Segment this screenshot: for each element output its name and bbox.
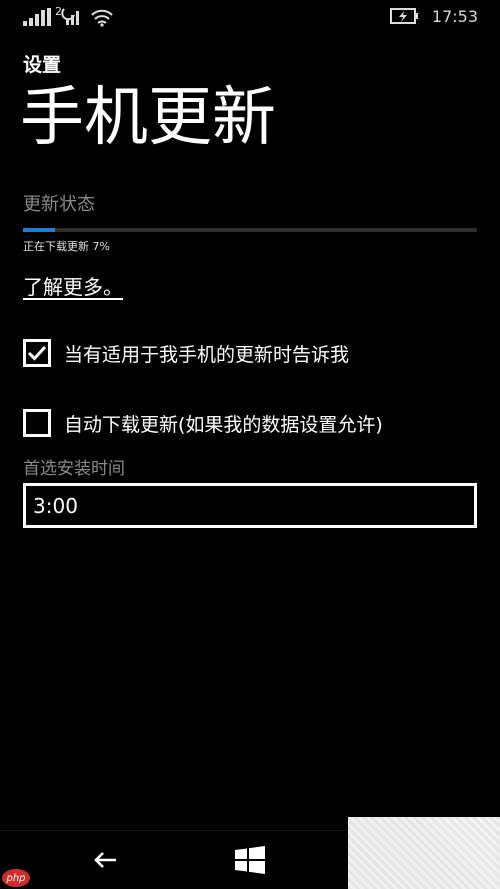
back-arrow-icon (94, 852, 116, 868)
install-time-picker[interactable]: 3:00 (23, 483, 477, 528)
auto-download-checkbox[interactable] (23, 409, 51, 437)
clock: 17:53 (431, 7, 478, 26)
watermark-logo: php (2, 869, 30, 887)
auto-download-option[interactable]: 自动下载更新(如果我的数据设置允许) (23, 409, 383, 437)
download-progress-bar (23, 228, 477, 232)
start-button[interactable] (215, 831, 285, 889)
signal-bars-icon (23, 8, 51, 26)
update-status-label: 更新状态 (23, 194, 95, 215)
svg-text:2: 2 (55, 5, 62, 18)
notify-checkbox[interactable] (23, 339, 51, 367)
two-g-icon: 2 (55, 5, 79, 25)
notify-option[interactable]: 当有适用于我手机的更新时告诉我 (23, 339, 349, 367)
back-button[interactable] (70, 831, 140, 889)
auto-download-label: 自动下载更新(如果我的数据设置允许) (64, 413, 383, 436)
windows-logo-icon (235, 846, 265, 874)
battery-charging-icon (390, 8, 418, 24)
app-name: 设置 (23, 54, 62, 76)
checkmark-icon (27, 345, 47, 361)
page-title: 手机更新 (20, 81, 276, 155)
pixelated-overlay (348, 817, 500, 889)
wifi-icon (91, 9, 113, 27)
learn-more-link[interactable]: 了解更多。 (23, 271, 123, 300)
install-time-label: 首选安装时间 (23, 459, 125, 479)
download-progress-fill (23, 228, 55, 232)
download-progress-text: 正在下载更新 7% (23, 240, 110, 253)
notify-label: 当有适用于我手机的更新时告诉我 (64, 343, 350, 366)
status-bar: 2 17:53 (0, 0, 500, 34)
